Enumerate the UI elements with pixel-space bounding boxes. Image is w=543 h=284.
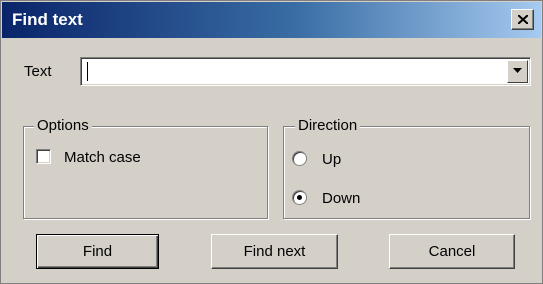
close-icon — [518, 15, 528, 24]
search-input[interactable] — [83, 60, 503, 83]
window-title: Find text — [12, 10, 83, 29]
up-radio-label[interactable]: Up — [322, 151, 341, 169]
dropdown-button[interactable] — [507, 60, 528, 83]
down-radio[interactable] — [292, 190, 307, 205]
radio-selected-dot — [297, 195, 302, 200]
options-group: Options — [23, 117, 268, 219]
down-radio-label[interactable]: Down — [322, 190, 360, 208]
chevron-down-icon — [513, 68, 522, 73]
title-bar[interactable]: Find text — [2, 2, 541, 38]
direction-group-title: Direction — [295, 117, 361, 135]
search-combobox[interactable] — [80, 57, 531, 86]
find-next-button[interactable]: Find next — [211, 234, 338, 269]
up-radio[interactable] — [292, 151, 307, 166]
direction-group: Direction — [283, 117, 530, 219]
find-text-dialog: Find text Text Options Match case Direct… — [0, 0, 543, 284]
text-label: Text — [24, 63, 52, 80]
cancel-button[interactable]: Cancel — [389, 234, 515, 269]
match-case-label[interactable]: Match case — [64, 149, 141, 167]
match-case-checkbox[interactable] — [36, 149, 51, 164]
find-button[interactable]: Find — [36, 234, 159, 269]
close-button[interactable] — [511, 9, 534, 30]
options-group-title: Options — [34, 117, 92, 135]
text-cursor — [87, 62, 88, 81]
